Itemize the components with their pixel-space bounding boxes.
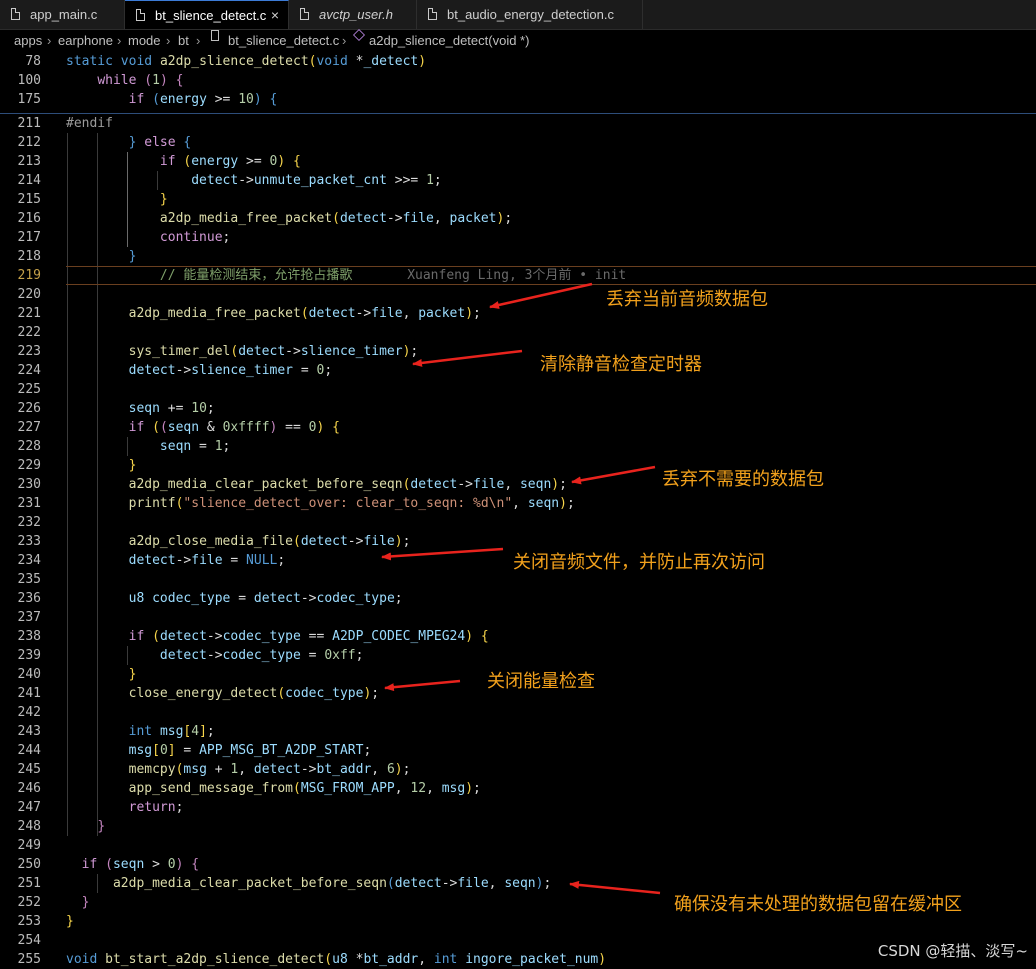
annotation-close-audio-file: 关闭音频文件，并防止再次访问 [513, 552, 765, 573]
arrow-annotation-4 [381, 547, 504, 561]
annotation-discard-unneeded-packets: 丢弃不需要的数据包 [662, 469, 824, 490]
arrow-annotation-6 [569, 880, 661, 895]
arrow-annotation-3 [571, 465, 656, 485]
arrow-annotation-1 [489, 282, 593, 309]
annotation-discard-current-packet: 丢弃当前音频数据包 [606, 289, 768, 310]
arrow-annotation-5 [384, 679, 461, 692]
watermark: CSDN @轻描、淡写~ [877, 942, 1028, 960]
annotation-clear-silence-timer: 清除静音检查定时器 [540, 354, 702, 375]
annotation-arrows [381, 282, 661, 895]
annotation-close-energy-detect: 关闭能量检查 [487, 671, 595, 692]
annotation-no-unprocessed-packets: 确保没有未处理的数据包留在缓冲区 [674, 894, 962, 915]
arrow-annotation-2 [412, 349, 523, 367]
